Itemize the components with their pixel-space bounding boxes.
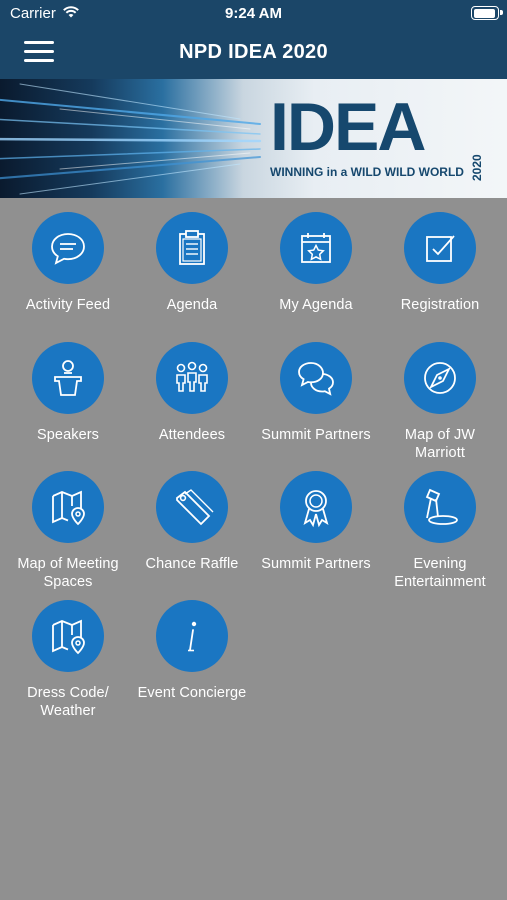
tile-chance-raffle[interactable]: Chance Raffle (130, 471, 254, 573)
chat-bubble-icon (32, 212, 104, 284)
tile-my-agenda[interactable]: My Agenda (254, 212, 378, 314)
tile-agenda[interactable]: Agenda (130, 212, 254, 314)
tile-evening-entertainment[interactable]: Evening Entertainment (378, 471, 502, 591)
tile-label: Evening Entertainment (394, 556, 486, 590)
tile-label: Summit Partners (261, 556, 371, 572)
clipboard-icon (156, 212, 228, 284)
people-icon (156, 342, 228, 414)
tile-label: Agenda (166, 297, 218, 313)
tile-activity-feed[interactable]: Activity Feed (6, 212, 130, 314)
feature-grid: Activity Feed Agenda My Agenda Registration… (0, 198, 507, 900)
checkbox-icon (404, 212, 476, 284)
page-title: NPD IDEA 2020 (179, 41, 328, 63)
tile-label: My Agenda (279, 297, 353, 313)
tile-event-concierge[interactable]: Event Concierge (130, 600, 254, 702)
tile-label: Event Concierge (137, 685, 247, 701)
tile-label: Map of Meeting Spaces (17, 556, 119, 590)
chat-bubbles-icon (280, 342, 352, 414)
banner-tagline: WINNING in a WILD WILD WORLD (270, 165, 464, 179)
tile-label: Attendees (158, 427, 226, 443)
tile-map-of-meeting-spaces[interactable]: Map of Meeting Spaces (6, 471, 130, 591)
tile-label: Dress Code/ Weather (27, 685, 109, 719)
tile-label: Chance Raffle (145, 556, 239, 572)
event-banner: IDEA 2020 WINNING in a WILD WILD WORLD (0, 79, 507, 198)
logo-year: 2020 (470, 154, 484, 181)
tile-label: Speakers (36, 427, 100, 443)
status-bar: Carrier 9:24 AM (0, 0, 507, 28)
info-icon (156, 600, 228, 672)
tile-registration[interactable]: Registration (378, 212, 502, 314)
tile-summit-partners[interactable]: Summit Partners (254, 471, 378, 573)
map-pin-icon (32, 600, 104, 672)
ticket-tag-icon (156, 471, 228, 543)
tile-label: Registration (400, 297, 480, 313)
compass-icon (404, 342, 476, 414)
calendar-star-icon (280, 212, 352, 284)
tile-attendees[interactable]: Attendees (130, 342, 254, 444)
tile-dress-code-weather[interactable]: Dress Code/ Weather (6, 600, 130, 720)
tile-map-of-jw-marriott[interactable]: Map of JW Marriott (378, 342, 502, 462)
tile-label: Summit Partners (261, 427, 371, 443)
ribbon-award-icon (280, 471, 352, 543)
map-pin-icon (32, 471, 104, 543)
tile-summit-partners[interactable]: Summit Partners (254, 342, 378, 444)
podium-speaker-icon (32, 342, 104, 414)
tile-speakers[interactable]: Speakers (6, 342, 130, 444)
spotlight-icon (404, 471, 476, 543)
navigation-bar: NPD IDEA 2020 (0, 28, 507, 79)
battery-icon (471, 6, 503, 20)
tile-label: Map of JW Marriott (404, 427, 476, 461)
idea-logo: IDEA (270, 89, 426, 165)
clock: 9:24 AM (225, 5, 282, 22)
tile-label: Activity Feed (25, 297, 111, 313)
